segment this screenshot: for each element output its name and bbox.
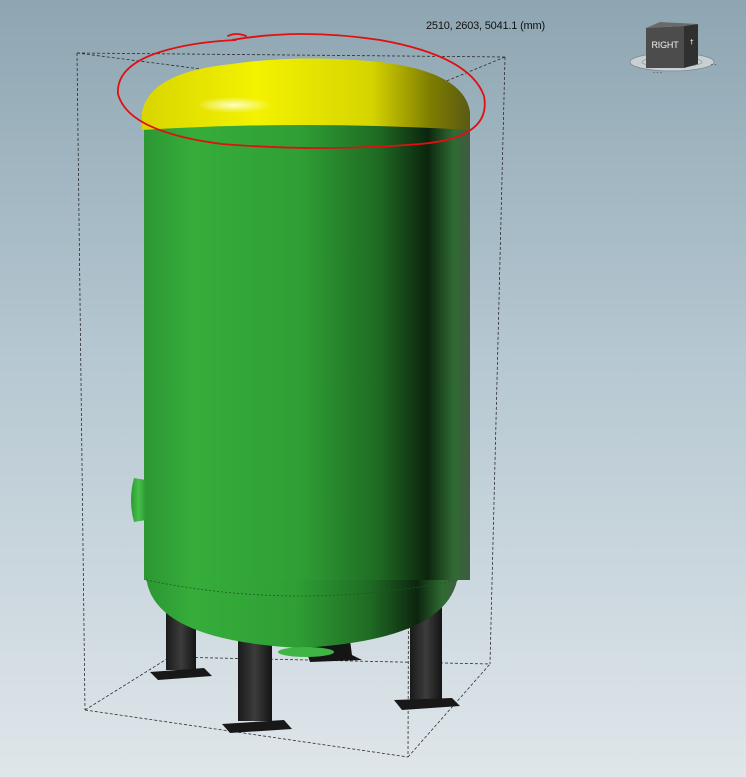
- side-nozzle: [131, 478, 146, 522]
- tank-shell: [144, 118, 470, 580]
- svg-text:---: ---: [652, 69, 663, 76]
- view-cube-graphic: † --- --: [629, 22, 717, 76]
- head-highlight: [200, 95, 296, 115]
- model-scene[interactable]: [0, 0, 746, 777]
- svg-text:--: --: [710, 61, 717, 68]
- view-cube-face-right[interactable]: RIGHT: [646, 40, 684, 50]
- view-cube[interactable]: † --- -- RIGHT: [628, 20, 728, 80]
- drain-outlet: [278, 647, 334, 657]
- svg-text:†: †: [690, 38, 694, 46]
- 3d-viewport[interactable]: 2510, 2603, 5041.1 (mm) † --- -- RIGHT: [0, 0, 746, 777]
- tank-top-head: [142, 58, 470, 130]
